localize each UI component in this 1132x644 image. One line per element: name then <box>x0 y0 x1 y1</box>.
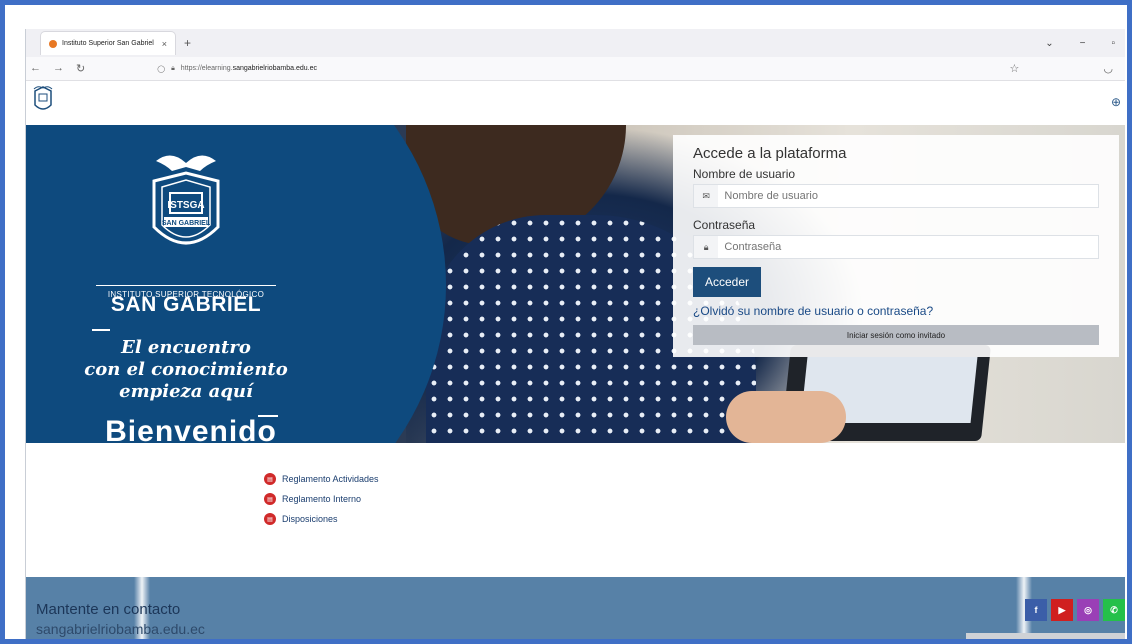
list-item[interactable]: ▤ Reglamento Interno <box>264 493 379 505</box>
slogan-dash-top <box>92 329 110 331</box>
lock-icon: 🔒︎ <box>694 236 719 258</box>
youtube-icon[interactable]: ▶ <box>1051 599 1073 621</box>
nav-buttons: ← → ↻ <box>26 62 85 75</box>
footer-heading: Mantente en contacto <box>36 601 181 618</box>
pdf-icon: ▤ <box>264 473 276 485</box>
hero-photo-hand <box>726 391 846 443</box>
document-link-label[interactable]: Reglamento Interno <box>282 494 361 504</box>
welcome-heading: Bienvenido <box>105 415 277 443</box>
pdf-icon: ▤ <box>264 513 276 525</box>
shield-icon: ◯ <box>157 65 166 73</box>
whatsapp-icon[interactable]: ✆ <box>1103 599 1125 621</box>
lock-icon: 🔒︎ <box>171 64 175 72</box>
site-footer: Mantente en contacto sangabrielriobamba.… <box>26 577 1125 639</box>
login-title: Accede a la plataforma <box>693 145 847 162</box>
username-input[interactable] <box>718 190 1098 202</box>
footer-email[interactable]: sangabrielriobamba.edu.ec <box>36 621 205 637</box>
forgot-password-link[interactable]: ¿Olvidó su nombre de usuario o contraseñ… <box>693 304 1099 318</box>
envelope-icon: ✉ <box>694 185 719 207</box>
tab-list-icon[interactable]: ⌄ <box>1045 38 1053 49</box>
guest-login-button[interactable]: Iniciar sesión como invitado <box>693 325 1099 345</box>
list-item[interactable]: ▤ Reglamento Actividades <box>264 473 379 485</box>
social-links: f ▶ ◎ ✆ <box>1025 599 1125 621</box>
site-logo-icon[interactable] <box>32 85 54 115</box>
slogan-line-2: con el conocimiento <box>84 359 288 380</box>
browser-tab[interactable]: Instituto Superior San Gabriel × <box>40 31 176 55</box>
username-label: Nombre de usuario <box>693 167 796 181</box>
institute-crest-icon: ISTSGA SAN GABRIEL <box>152 155 220 245</box>
reload-icon[interactable]: ↻ <box>76 62 85 75</box>
tab-title: Instituto Superior San Gabriel <box>62 40 154 47</box>
language-globe-icon[interactable]: ⊕ <box>1111 95 1121 109</box>
hero-branding: ISTSGA SAN GABRIEL INSTITUTO SUPERIOR TE… <box>26 125 446 443</box>
document-links: ▤ Reglamento Actividades ▤ Reglamento In… <box>264 473 379 533</box>
address-field[interactable]: ◯ 🔒︎ https://elearning.sangabrielriobamb… <box>157 65 317 73</box>
tab-close-icon[interactable]: × <box>162 39 167 49</box>
password-label: Contraseña <box>693 218 756 232</box>
institute-name: SAN GABRIEL <box>110 293 262 316</box>
pocket-icon[interactable]: ◡ <box>1103 62 1113 75</box>
login-form: Accede a la plataforma Nombre de usuario… <box>673 135 1119 357</box>
screenshot-frame: Instituto Superior San Gabriel × + ⌄ − ▫… <box>0 0 1132 644</box>
login-button[interactable]: Acceder <box>693 267 762 297</box>
document-link-label[interactable]: Disposiciones <box>282 514 338 524</box>
username-field-wrapper: ✉ <box>693 184 1099 208</box>
browser-urlbar: ← → ↻ ◯ 🔒︎ https://elearning.sangabrielr… <box>26 57 1125 81</box>
list-item[interactable]: ▤ Disposiciones <box>264 513 379 525</box>
url-prefix: https://elearning. <box>180 65 233 72</box>
hero-slogan: El encuentro con el conocimiento empieza… <box>76 337 296 403</box>
favicon-icon <box>49 39 57 48</box>
forward-icon[interactable]: → <box>53 62 64 75</box>
minimize-icon[interactable]: − <box>1080 38 1086 49</box>
url-actions: ☆ ◡ <box>1010 62 1125 75</box>
browser-tabbar: Instituto Superior San Gabriel × + ⌄ − ▫ <box>26 29 1125 57</box>
url-host: sangabrielriobamba.edu.ec <box>232 65 318 72</box>
crest-text-top: ISTSGA <box>167 200 204 211</box>
status-strip <box>966 633 1125 639</box>
browser-window: Instituto Superior San Gabriel × + ⌄ − ▫… <box>25 29 1125 639</box>
new-tab-button[interactable]: + <box>184 36 191 50</box>
document-link-label[interactable]: Reglamento Actividades <box>282 474 379 484</box>
window-controls: ⌄ − ▫ <box>1045 38 1125 49</box>
bookmark-star-icon[interactable]: ☆ <box>1010 62 1020 75</box>
slogan-line-1: El encuentro <box>121 337 251 358</box>
restore-icon[interactable]: ▫ <box>1111 38 1115 49</box>
instagram-icon[interactable]: ◎ <box>1077 599 1099 621</box>
slogan-line-3: empieza aquí <box>119 381 253 402</box>
pdf-icon: ▤ <box>264 493 276 505</box>
password-input[interactable] <box>718 241 1098 253</box>
site-header: ⊕ <box>26 81 1125 125</box>
facebook-icon[interactable]: f <box>1025 599 1047 621</box>
crest-text-band: SAN GABRIEL <box>162 220 211 227</box>
back-icon[interactable]: ← <box>30 62 41 75</box>
password-field-wrapper: 🔒︎ <box>693 235 1099 259</box>
